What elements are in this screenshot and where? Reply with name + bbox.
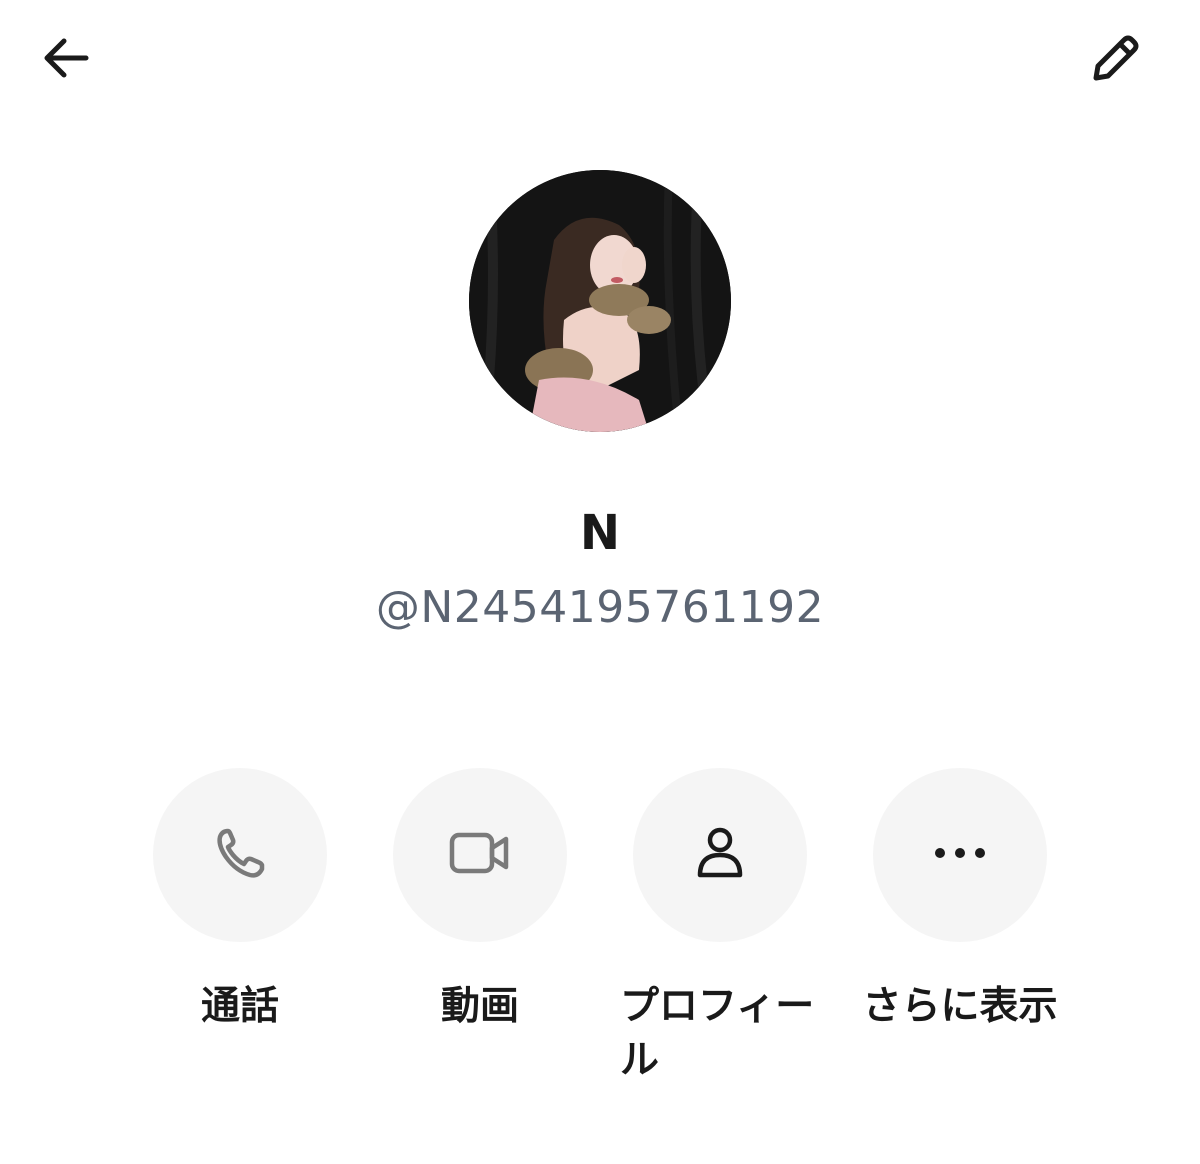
back-button[interactable] — [26, 20, 106, 100]
more-label: さらに表示 — [862, 984, 1058, 1029]
video-label: 動画 — [440, 984, 519, 1029]
phone-icon — [210, 823, 270, 887]
call-button[interactable] — [153, 768, 327, 942]
avatar-photo — [469, 170, 731, 432]
more-dots-icon — [930, 843, 990, 867]
pencil-icon — [1084, 28, 1144, 92]
call-label: 通話 — [200, 984, 279, 1029]
call-action[interactable]: 通話 — [120, 768, 360, 1034]
arrow-left-icon — [38, 30, 94, 90]
user-id[interactable]: @N2454195761192 — [0, 580, 1200, 636]
display-name: N — [579, 505, 621, 561]
person-icon — [690, 823, 750, 887]
profile-label: プロフィール — [620, 984, 815, 1083]
more-action[interactable]: さらに表示 — [840, 768, 1080, 1034]
profile-action[interactable]: プロフィール — [600, 768, 840, 1088]
avatar[interactable] — [469, 170, 731, 432]
more-button[interactable] — [873, 768, 1047, 942]
video-camera-icon — [448, 823, 512, 887]
profile-button[interactable] — [633, 768, 807, 942]
video-action[interactable]: 動画 — [360, 768, 600, 1034]
video-button[interactable] — [393, 768, 567, 942]
edit-button[interactable] — [1074, 20, 1154, 100]
